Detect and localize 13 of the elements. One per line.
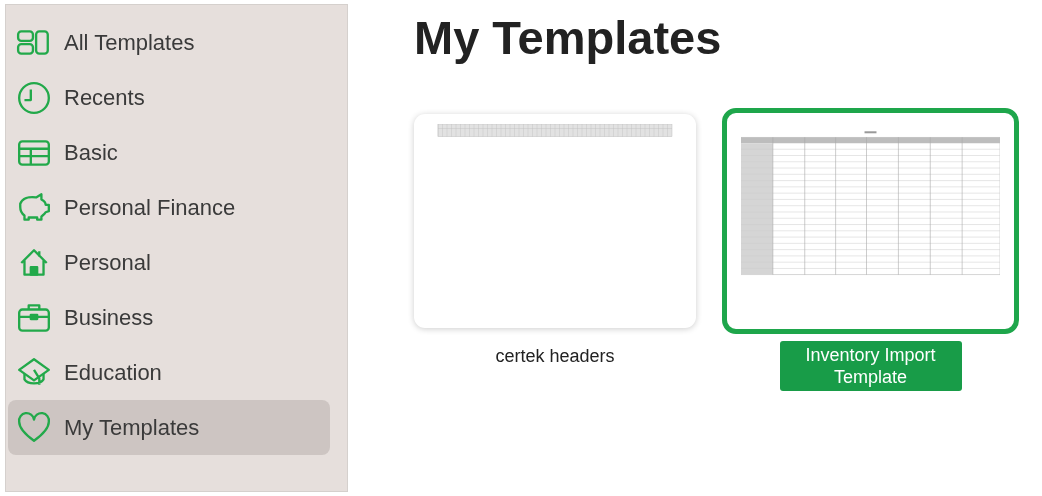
- sidebar-item[interactable]: All Templates: [8, 15, 330, 70]
- sidebar-item[interactable]: Business: [8, 290, 330, 345]
- template-card[interactable]: [722, 108, 1019, 334]
- sidebar-item[interactable]: Personal Finance: [8, 180, 330, 235]
- sidebar-item[interactable]: Education: [8, 345, 330, 400]
- page-title: My Templates: [414, 10, 723, 66]
- sidebar-item[interactable]: Basic: [8, 125, 330, 180]
- template-name[interactable]: certek headers: [489, 343, 621, 369]
- clock-icon: [16, 79, 52, 116]
- sidebar-item[interactable]: My Templates: [8, 400, 330, 455]
- template-name[interactable]: Inventory Import Template: [779, 341, 962, 391]
- sidebar-item[interactable]: Personal: [8, 235, 330, 290]
- sidebar-item[interactable]: Recents: [8, 70, 330, 125]
